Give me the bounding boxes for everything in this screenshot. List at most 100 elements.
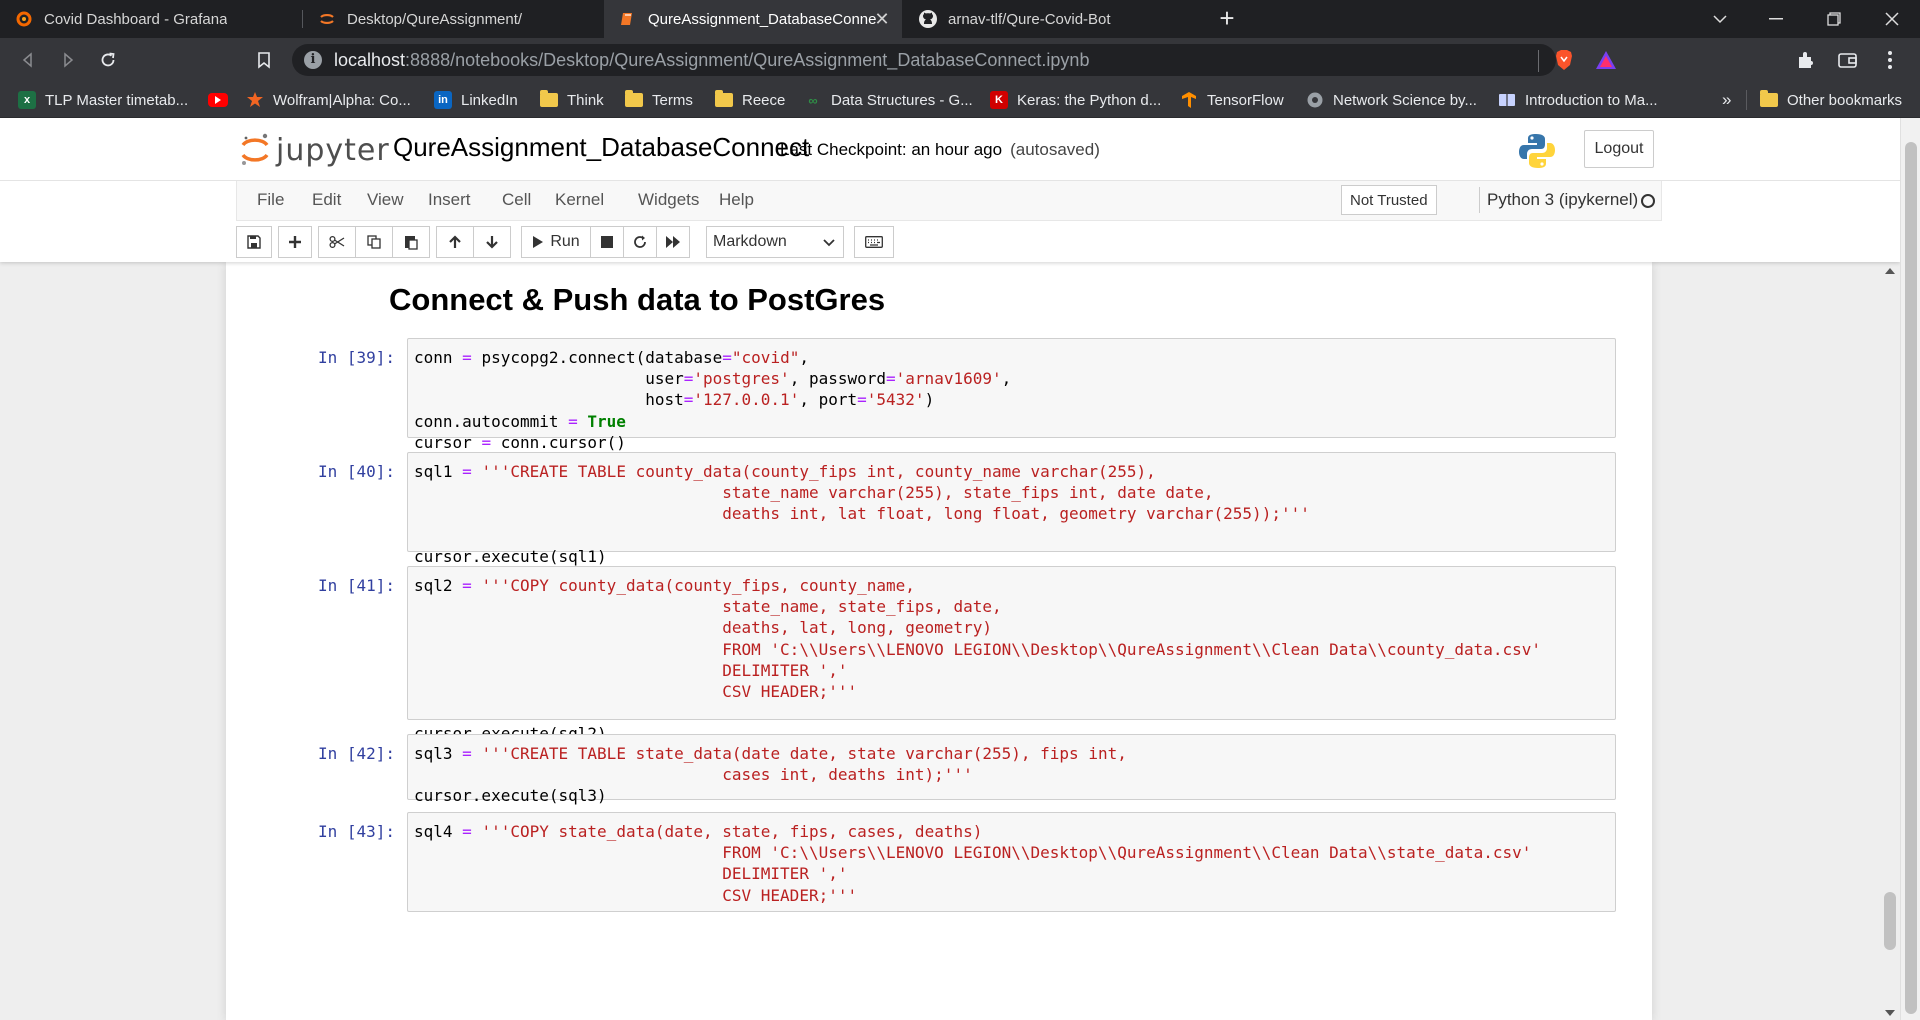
brave-shield-icon[interactable] [1552, 48, 1576, 72]
site-info-icon[interactable]: i [304, 51, 322, 69]
chevron-down-icon [823, 239, 835, 247]
code-input[interactable]: conn = psycopg2.connect(database="covid"… [407, 338, 1616, 452]
new-tab-button[interactable]: + [1212, 4, 1242, 34]
save-icon [247, 235, 261, 249]
code-text: conn = psycopg2.connect(database="covid"… [414, 348, 1012, 452]
scroll-down-arrow-icon[interactable] [1885, 1010, 1895, 1016]
bookmark-network-science[interactable]: Network Science by... [1306, 90, 1477, 110]
logout-button[interactable]: Logout [1584, 130, 1654, 168]
notebook-tab-icon [618, 9, 638, 29]
menu-help[interactable]: Help [719, 190, 754, 210]
menu-file[interactable]: File [257, 190, 284, 210]
restart-run-all-button[interactable] [656, 226, 690, 258]
notebook-container: Connect & Push data to PostGres In [39]:… [226, 262, 1652, 1020]
notebook-name[interactable]: QureAssignment_DatabaseConnect [393, 132, 809, 163]
url-separator [1538, 50, 1539, 72]
menu-cell[interactable]: Cell [502, 190, 531, 210]
code-input[interactable]: sql2 = '''COPY county_data(county_fips, … [407, 566, 1616, 743]
tab-grafana[interactable]: Covid Dashboard - Grafana [0, 0, 300, 38]
github-icon [918, 9, 938, 29]
youtube-icon [208, 93, 228, 107]
not-trusted-button[interactable]: Not Trusted [1341, 185, 1437, 215]
bookmark-wolfram[interactable]: Wolfram|Alpha: Co... [246, 90, 411, 110]
command-palette-button[interactable] [854, 226, 894, 258]
bookmark-linkedin[interactable]: in LinkedIn [434, 90, 518, 110]
scroll-up-arrow-icon[interactable] [1885, 268, 1895, 274]
bookmark-data-structures[interactable]: ∞ Data Structures - G... [804, 90, 972, 110]
url-text: localhost:8888/notebooks/Desktop/QureAss… [334, 49, 1090, 70]
wolfram-icon [246, 91, 264, 109]
bookmark-introduction[interactable]: Introduction to Ma... [1498, 90, 1658, 110]
bookmark-folder-think[interactable]: Think [540, 90, 604, 110]
folder-icon [715, 90, 733, 109]
reload-icon[interactable] [94, 46, 122, 74]
input-prompt: In [43]: [317, 822, 395, 841]
interrupt-kernel-button[interactable] [590, 226, 624, 258]
code-input[interactable]: sql3 = '''CREATE TABLE state_data(date d… [407, 734, 1616, 805]
checkpoint-status: Last Checkpoint: an hour ago (autosaved) [780, 140, 1100, 159]
paste-icon [405, 236, 418, 250]
tab-desktop-folder[interactable]: Desktop/QureAssignment/ [303, 0, 603, 38]
menu-edit[interactable]: Edit [312, 190, 341, 210]
scroll-thumb[interactable] [1884, 892, 1896, 950]
bookmark-folder-terms[interactable]: Terms [625, 90, 693, 110]
browser-menu-icon[interactable] [1878, 48, 1902, 72]
close-window-icon[interactable] [1866, 0, 1918, 38]
jupyter-page: jupyter QureAssignment_DatabaseConnect L… [0, 118, 1900, 1020]
move-up-button[interactable] [436, 226, 474, 258]
address-bar-row: i localhost:8888/notebooks/Desktop/QureA… [0, 38, 1920, 82]
menu-widgets[interactable]: Widgets [638, 190, 699, 210]
bookmark-icon[interactable] [250, 46, 278, 74]
copy-button[interactable] [355, 226, 393, 258]
code-text: sql4 = '''COPY state_data(date, state, f… [414, 822, 1532, 905]
folder-icon [1760, 90, 1778, 109]
extensions-icon[interactable] [1794, 48, 1818, 72]
wallet-icon[interactable] [1836, 48, 1860, 72]
url-input[interactable]: i localhost:8888/notebooks/Desktop/QureA… [292, 44, 1556, 76]
restore-icon[interactable] [1808, 0, 1860, 38]
tab-github[interactable]: arnav-tlf/Qure-Covid-Bot [904, 0, 1204, 38]
jupyter-logo[interactable]: jupyter [240, 130, 390, 170]
bookmark-folder-reece[interactable]: Reece [715, 90, 785, 110]
jupyter-logo-icon [241, 133, 269, 165]
run-button[interactable]: Run [521, 226, 591, 258]
menu-view[interactable]: View [367, 190, 404, 210]
keras-icon: K [990, 91, 1008, 109]
restart-kernel-button[interactable] [623, 226, 657, 258]
close-tab-icon[interactable]: ✕ [872, 9, 892, 29]
minimize-icon[interactable] [1750, 0, 1802, 38]
cell-type-select[interactable]: Markdown [706, 226, 844, 258]
save-button[interactable] [236, 226, 272, 258]
page-scrollbar[interactable] [1900, 118, 1920, 1020]
code-input[interactable]: sql1 = '''CREATE TABLE county_data(count… [407, 452, 1616, 566]
menubar: File Edit View Insert Cell Kernel Widget… [236, 181, 1662, 221]
code-text: sql2 = '''COPY county_data(county_fips, … [414, 576, 1542, 743]
back-icon[interactable] [14, 46, 42, 74]
browser-tab-strip: Covid Dashboard - Grafana Desktop/QureAs… [0, 0, 1920, 38]
menu-insert[interactable]: Insert [428, 190, 471, 210]
code-input[interactable]: sql4 = '''COPY state_data(date, state, f… [407, 812, 1616, 912]
notebook-scrollbar[interactable] [1880, 262, 1900, 1020]
page-scroll-thumb[interactable] [1905, 142, 1917, 1014]
brave-rewards-icon[interactable] [1594, 48, 1618, 72]
kernel-name[interactable]: Python 3 (ipykernel) [1487, 190, 1638, 210]
tab-notebook-active[interactable]: QureAssignment_DatabaseConne ✕ [604, 0, 902, 38]
markdown-heading[interactable]: Connect & Push data to PostGres [389, 282, 885, 318]
play-icon [533, 236, 544, 248]
linkedin-icon: in [434, 91, 452, 109]
paste-button[interactable] [392, 226, 430, 258]
menu-kernel[interactable]: Kernel [555, 190, 604, 210]
cut-button[interactable] [318, 226, 356, 258]
bookmark-tlp-timetable[interactable]: x TLP Master timetab... [18, 90, 188, 110]
tab-search-chevron-icon[interactable] [1694, 0, 1746, 38]
bookmark-youtube[interactable] [208, 90, 237, 110]
bookmarks-overflow-button[interactable]: » [1722, 90, 1731, 110]
bookmark-tensorflow[interactable]: TensorFlow [1180, 90, 1284, 110]
forward-icon[interactable] [54, 46, 82, 74]
plus-icon [289, 236, 301, 248]
move-down-button[interactable] [473, 226, 511, 258]
bookmark-keras[interactable]: K Keras: the Python d... [990, 90, 1161, 110]
other-bookmarks[interactable]: Other bookmarks [1760, 90, 1902, 110]
insert-cell-button[interactable] [278, 226, 312, 258]
input-prompt: In [39]: [317, 348, 395, 367]
